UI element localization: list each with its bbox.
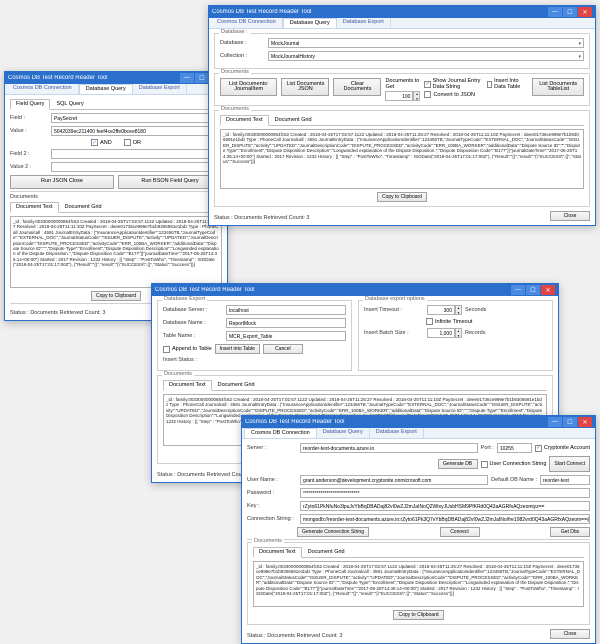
server-input[interactable]: reorder-test-documents.azure.io bbox=[300, 443, 478, 453]
maximize-button[interactable]: ☐ bbox=[563, 417, 577, 427]
doctab-text[interactable]: Document Text bbox=[10, 202, 59, 213]
defaultdb-input[interactable]: reorder-test bbox=[540, 475, 590, 485]
spin-arrows[interactable]: ▲▼ bbox=[413, 91, 420, 101]
timeout-input[interactable]: 300 bbox=[427, 305, 455, 315]
insert-table-checkbox[interactable] bbox=[487, 81, 492, 88]
and-checkbox[interactable] bbox=[91, 139, 98, 146]
inf-timeout-checkbox[interactable] bbox=[426, 318, 433, 325]
tab-connection[interactable]: Cosmos DB Connection bbox=[211, 18, 283, 28]
field-label: Field : bbox=[10, 115, 48, 121]
window-title: Cosmos DB Test Record Reader Tool bbox=[245, 419, 548, 425]
userconn-checkbox[interactable] bbox=[481, 461, 488, 468]
convert-json-checkbox[interactable] bbox=[424, 91, 431, 98]
tablename-input[interactable]: MCR_Export_Table bbox=[226, 331, 346, 341]
minimize-button[interactable]: — bbox=[548, 7, 562, 17]
insert-button[interactable]: Insert into Table bbox=[215, 344, 260, 354]
list-json-button[interactable]: List Documents JSON bbox=[281, 78, 329, 96]
list-journal-button[interactable]: List Documents: JournalItem bbox=[220, 78, 277, 96]
or-checkbox[interactable] bbox=[124, 139, 131, 146]
value-input[interactable]: 5042039ec211400 feef4ce2ffe0bcee8180 bbox=[51, 126, 222, 136]
append-checkbox[interactable] bbox=[163, 346, 170, 353]
copy-clipboard-button[interactable]: Copy to Clipboard bbox=[393, 610, 443, 620]
connstring-input[interactable]: mongodb://reorder-test-documents.azure.i… bbox=[300, 514, 590, 524]
tab-query[interactable]: Database Query bbox=[317, 428, 370, 438]
run-bson-button[interactable]: Run BSON Field Query bbox=[118, 175, 222, 189]
close-button[interactable]: Close bbox=[550, 629, 590, 639]
value2-label: Value 2 : bbox=[10, 164, 48, 170]
database-select[interactable]: MockJournal bbox=[268, 38, 584, 48]
getdbs-button[interactable]: Get Dbs bbox=[550, 527, 590, 537]
maximize-button[interactable]: ☐ bbox=[195, 73, 209, 83]
close-window-button[interactable]: ✕ bbox=[578, 417, 592, 427]
tab-export[interactable]: Database Export bbox=[337, 18, 391, 28]
tab-query[interactable]: Database Query bbox=[79, 84, 133, 94]
doctab-text[interactable]: Document Text bbox=[253, 547, 302, 558]
maximize-button[interactable]: ☐ bbox=[563, 7, 577, 17]
doctab-grid[interactable]: Document Grid bbox=[302, 547, 351, 557]
tab-export[interactable]: Database Export bbox=[370, 428, 424, 438]
show-entry-checkbox[interactable] bbox=[424, 81, 430, 88]
doctab-text[interactable]: Document Text bbox=[220, 115, 269, 126]
key-input[interactable]: rZyto61PkNfuNo3lpuJvYbBqDBADaj82vI0wZJ2m… bbox=[300, 501, 590, 511]
connect-button[interactable]: Connect bbox=[440, 527, 480, 537]
tab-connection[interactable]: Cosmos DB Connection bbox=[244, 428, 317, 438]
field2-input[interactable] bbox=[51, 149, 222, 159]
maximize-button[interactable]: ☐ bbox=[526, 285, 540, 295]
subtab-sql-query[interactable]: SQL Query bbox=[50, 99, 89, 109]
minimize-button[interactable]: — bbox=[511, 285, 525, 295]
subtab-field-query[interactable]: Field Query bbox=[10, 99, 50, 110]
dbserver-input[interactable]: localhost bbox=[226, 305, 346, 315]
field2-label: Field 2 : bbox=[10, 151, 48, 157]
doctab-text[interactable]: Document Text bbox=[163, 380, 212, 391]
window-title: Cosmos DB Test Record Reader Tool bbox=[155, 287, 511, 293]
document-text-area[interactable]: _id : family.00330000000854fc62 Created … bbox=[253, 561, 584, 607]
minimize-button[interactable]: — bbox=[548, 417, 562, 427]
list-table-button[interactable]: List Documents TableList bbox=[532, 78, 584, 96]
start-connect-button[interactable]: Start Connect bbox=[549, 456, 590, 472]
doctab-grid[interactable]: Document Grid bbox=[59, 202, 108, 212]
doctab-grid[interactable]: Document Grid bbox=[212, 380, 261, 390]
value-label: Value : bbox=[10, 128, 48, 134]
tab-query[interactable]: Database Query bbox=[283, 18, 337, 28]
clear-docs-button[interactable]: Clear Documents bbox=[333, 78, 381, 96]
tab-connection[interactable]: Cosmos DB Connection bbox=[7, 84, 79, 94]
batchsize-input[interactable]: 1,000 bbox=[427, 328, 455, 338]
window-title: Cosmos DB Test Record Reader Tool bbox=[8, 75, 180, 81]
dbname-input[interactable]: ReportMock bbox=[226, 318, 346, 328]
collection-select[interactable]: MockJournalHistory bbox=[268, 51, 584, 61]
value2-input[interactable] bbox=[51, 162, 222, 172]
gen-connstring-button[interactable]: Generate Connection String bbox=[297, 527, 369, 537]
port-input[interactable]: 10255 bbox=[497, 443, 532, 453]
copy-clipboard-button[interactable]: Copy to Clipboard bbox=[377, 192, 427, 202]
document-text-area[interactable]: _id : family.00330000000854fc62 Created … bbox=[220, 129, 584, 189]
window-title: Cosmos DB Test Record Reader Tool bbox=[212, 9, 548, 15]
close-window-button[interactable]: ✕ bbox=[541, 285, 555, 295]
doctab-grid[interactable]: Document Grid bbox=[269, 115, 318, 125]
run-json-button[interactable]: Run JSON Close bbox=[10, 175, 114, 189]
close-window-button[interactable]: ✕ bbox=[578, 7, 592, 17]
close-button[interactable]: Close bbox=[550, 211, 590, 221]
generate-db-button[interactable]: Generate DB bbox=[438, 459, 478, 469]
docs-to-get-input[interactable]: 100 bbox=[385, 91, 413, 101]
crypt-checkbox[interactable] bbox=[535, 445, 542, 452]
document-text-area[interactable]: _id : family.00330000000854fc62 Created … bbox=[10, 216, 222, 288]
username-input[interactable]: grant.anderson@development.cryptonite.on… bbox=[300, 475, 488, 485]
minimize-button[interactable]: — bbox=[180, 73, 194, 83]
tab-export[interactable]: Database Export bbox=[133, 84, 187, 94]
password-input[interactable]: ***************************** bbox=[300, 488, 590, 498]
copy-clipboard-button[interactable]: Copy to Clipboard bbox=[91, 291, 141, 301]
cancel-button[interactable]: Cancel bbox=[263, 344, 303, 354]
field-input[interactable]: PaySecret bbox=[51, 113, 222, 123]
